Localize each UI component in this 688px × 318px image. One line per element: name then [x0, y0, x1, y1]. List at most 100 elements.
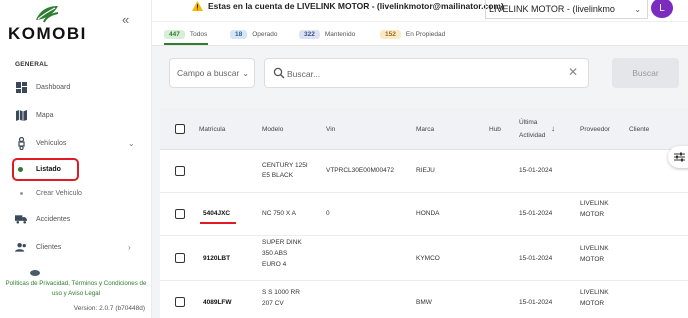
clear-search-icon[interactable]: ✕ — [568, 65, 578, 79]
cell-modelo-line2: 207 CV — [262, 300, 284, 307]
cell-ultima-actividad: 15-01-2024 — [519, 255, 553, 262]
sidebar-item-label: Accidentes — [36, 215, 71, 223]
search-button[interactable]: Buscar — [612, 58, 679, 88]
table-row[interactable]: 9120LBT SUPER DINK 350 ABS EURO 4 KYMCO … — [160, 236, 688, 281]
tab-count-badge: 322 — [299, 29, 320, 39]
column-header-proveedor[interactable]: Proveedor — [580, 126, 610, 133]
app-root: KOMOBI « GENERAL Dashboard Mapa Vehículo… — [0, 0, 688, 318]
tab-count-badge: 18 — [230, 29, 248, 39]
active-tab-indicator — [164, 43, 208, 45]
column-header-marca[interactable]: Marca — [416, 126, 434, 133]
table-row[interactable]: 4089LFW S S 1000 RR 207 CV BMW 15-01-202… — [160, 281, 688, 318]
chevron-down-icon: ⌄ — [634, 4, 641, 14]
user-avatar[interactable]: L — [651, 0, 673, 18]
legal-links[interactable]: Políticas de Privacidad, Términos y Cond… — [0, 279, 152, 299]
sidebar-item-label: Clientes — [36, 243, 62, 251]
accident-truck-icon — [15, 213, 27, 225]
highlight-underline — [200, 222, 236, 224]
cell-modelo-line2: 350 ABS — [262, 250, 288, 257]
warning-icon — [192, 1, 203, 11]
sidebar-item-mapa[interactable]: Mapa — [0, 105, 152, 125]
account-warning: Estas en la cuenta de LIVELINK MOTOR - (… — [192, 1, 504, 11]
cell-modelo-line2: E5 BLACK — [262, 172, 294, 179]
tab-label: Todos — [189, 30, 208, 38]
row-checkbox[interactable] — [175, 297, 185, 307]
sliders-icon — [674, 152, 685, 162]
tab-operado[interactable]: 18 Operado — [230, 28, 278, 40]
vehicle-icon — [15, 136, 27, 150]
logo-text: KOMOBI — [8, 24, 87, 43]
leaf-logo-icon — [36, 6, 59, 23]
cell-ultima-actividad: 15-01-2024 — [519, 210, 553, 217]
chevron-down-icon: ⌄ — [242, 68, 249, 78]
highlight-frame — [12, 158, 79, 181]
row-checkbox[interactable] — [175, 253, 185, 263]
topbar: Estas en la cuenta de LIVELINK MOTOR - (… — [152, 0, 688, 22]
row-checkbox[interactable] — [175, 209, 185, 219]
cell-proveedor-line1: LIVELINK — [580, 289, 609, 296]
tab-label: En Propiedad — [405, 30, 446, 38]
column-header-ultima-line2[interactable]: Actividad — [519, 132, 545, 139]
cell-matricula[interactable]: 5404JXC — [203, 209, 230, 219]
chevron-down-icon: ⌄ — [128, 138, 135, 148]
sidebar-item-clientes[interactable]: Clientes › — [0, 237, 152, 257]
tab-count-badge: 152 — [380, 29, 401, 39]
search-input[interactable] — [287, 66, 547, 81]
tab-todos[interactable]: 447 Todos — [164, 28, 207, 40]
cell-matricula: 4089LFW — [203, 299, 232, 306]
sidebar-subitem-label: Crear Vehiculo — [36, 189, 82, 197]
cell-vin: 0 — [326, 210, 330, 217]
map-icon — [15, 109, 27, 121]
filter-bar: Campo a buscar ⌄ ✕ Buscar — [152, 46, 688, 108]
tab-mantenido[interactable]: 322 Mantenido — [299, 28, 355, 40]
section-label-general: GENERAL — [15, 61, 49, 68]
cell-modelo-line3: EURO 4 — [262, 261, 287, 268]
table-row[interactable]: 5404JXC NC 750 X A 0 HONDA 15-01-2024 LI… — [160, 193, 688, 236]
account-select-value: LIVELINK MOTOR - (livelinkmo — [489, 4, 615, 14]
column-header-cliente[interactable]: Cliente — [629, 126, 649, 133]
tab-count-badge: 447 — [164, 29, 185, 39]
column-header-matricula[interactable]: Matricula — [199, 126, 225, 133]
cell-proveedor-line2: MOTOR — [580, 211, 605, 218]
column-settings-tab[interactable] — [668, 146, 688, 168]
bullet-icon — [20, 191, 23, 195]
row-checkbox[interactable] — [175, 166, 185, 176]
search-box: ✕ — [264, 58, 589, 88]
column-header-hub[interactable]: Hub — [489, 126, 501, 133]
cell-ultima-actividad: 15-01-2024 — [519, 299, 553, 306]
account-select[interactable]: LIVELINK MOTOR - (livelinkmo ⌄ — [485, 0, 648, 19]
cell-proveedor-line2: MOTOR — [580, 256, 605, 263]
collapse-sidebar-icon[interactable]: « — [122, 12, 129, 27]
cell-marca: BMW — [416, 299, 432, 306]
sidebar-item-accidentes[interactable]: Accidentes — [0, 209, 152, 229]
tab-en-propiedad[interactable]: 152 En Propiedad — [380, 28, 445, 40]
partially-hidden-icon — [30, 270, 40, 276]
sidebar-item-dashboard[interactable]: Dashboard — [0, 77, 152, 97]
sort-arrow-down-icon[interactable]: ↓ — [551, 124, 555, 133]
field-select-placeholder: Campo a buscar — [177, 68, 240, 78]
select-all-checkbox[interactable] — [175, 124, 185, 134]
account-warning-text: Estas en la cuenta de LIVELINK MOTOR - (… — [208, 1, 504, 11]
cell-marca: HONDA — [416, 210, 440, 217]
column-header-modelo[interactable]: Modelo — [262, 126, 283, 133]
cell-proveedor-line1: LIVELINK — [580, 200, 609, 207]
sidebar-subitem-crear-vehiculo[interactable]: Crear Vehiculo — [0, 185, 152, 201]
search-icon — [273, 67, 285, 79]
cell-ultima-actividad: 15-01-2024 — [519, 167, 553, 174]
column-header-vin[interactable]: Vin — [326, 126, 335, 133]
dashboard-icon — [15, 81, 27, 93]
cell-proveedor-line1: LIVELINK — [580, 245, 609, 252]
vehicle-table-area: Matricula Modelo Vin Marca Hub Última Ac… — [152, 108, 688, 318]
cell-marca: RIEJU — [416, 167, 435, 174]
version-label: Version: 2.0.7 (b70448d) — [73, 305, 145, 312]
sidebar: KOMOBI « GENERAL Dashboard Mapa Vehículo… — [0, 0, 152, 318]
table-row[interactable]: CENTURY 125I E5 BLACK VTPRCL30E00M00472 … — [160, 150, 688, 193]
cell-marca: KYMCO — [416, 255, 440, 262]
status-tabs: 447 Todos 18 Operado 322 Mantenido 152 E… — [152, 22, 688, 46]
field-select[interactable]: Campo a buscar ⌄ — [169, 58, 255, 88]
sidebar-item-vehiculos[interactable]: Vehículos ⌄ — [0, 133, 152, 153]
komobi-logo[interactable]: KOMOBI — [8, 2, 98, 43]
sidebar-item-label: Dashboard — [36, 83, 71, 91]
column-header-ultima-line1[interactable]: Última — [519, 119, 537, 126]
cell-modelo-line1: NC 750 X A — [262, 210, 296, 217]
